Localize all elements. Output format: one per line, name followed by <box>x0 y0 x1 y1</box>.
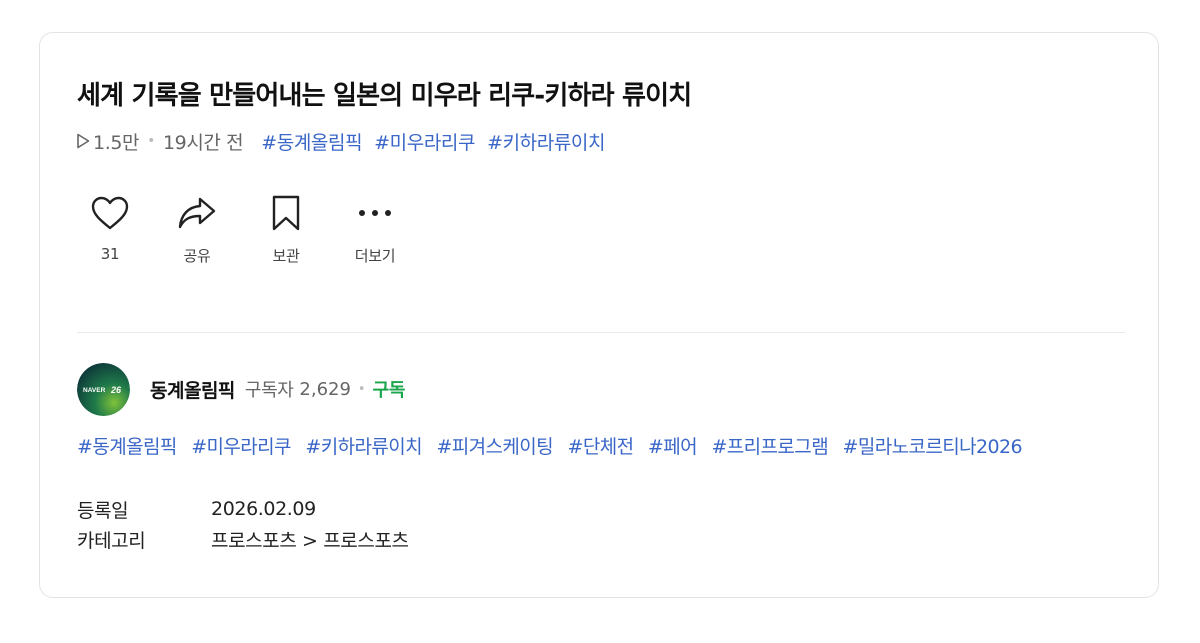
title-tag-1[interactable]: #동계올림픽 <box>261 128 362 155</box>
like-count: 31 <box>100 245 120 263</box>
subscribers-count: 2,629 <box>299 378 351 400</box>
play-icon <box>76 133 90 149</box>
subscribe-button[interactable]: 구독 <box>373 376 406 402</box>
bookmark-icon <box>256 193 316 233</box>
more-icon <box>345 193 405 233</box>
like-button[interactable]: 31 <box>80 193 140 263</box>
hashtag-item[interactable]: #키하라류이치 <box>305 436 422 458</box>
more-label: 더보기 <box>354 247 396 265</box>
category-row: 카테고리 프로스포츠 > 프로스포츠 <box>77 524 409 554</box>
share-button[interactable]: 공유 <box>167 193 227 266</box>
hashtag-item[interactable]: #밀라노코르티나2026 <box>843 436 1023 458</box>
category-label: 카테고리 <box>77 529 146 552</box>
date-label: 등록일 <box>77 499 129 522</box>
share-label: 공유 <box>183 247 211 265</box>
svg-text:26: 26 <box>110 385 122 395</box>
subscribers-label: 구독자 <box>244 380 294 401</box>
video-info-card: 세계 기록을 만들어내는 일본의 미우라 리쿠-키하라 류이치 1.5만 • 1… <box>39 32 1159 598</box>
save-button[interactable]: 보관 <box>256 193 316 266</box>
hashtag-item[interactable]: #단체전 <box>568 436 635 458</box>
channel-row: NAVER 26 동계올림픽 구독자 2,629 • 구독 <box>77 362 405 416</box>
save-label: 보관 <box>272 247 300 265</box>
divider <box>77 332 1125 333</box>
title-tag-3[interactable]: #키하라류이치 <box>487 128 605 155</box>
hashtag-item[interactable]: #미우라리쿠 <box>191 436 291 458</box>
hashtag-item[interactable]: #프리프로그램 <box>711 436 828 458</box>
upload-time: 19시간 전 <box>162 131 244 154</box>
heart-icon <box>80 193 140 233</box>
title-tag-2[interactable]: #미우라리쿠 <box>374 128 475 155</box>
hashtag-list: #동계올림픽 #미우라리쿠 #키하라류이치 #피겨스케이팅 #단체전 #페어 #… <box>77 433 1031 461</box>
hashtag-item[interactable]: #동계올림픽 <box>77 436 177 458</box>
category-value: 프로스포츠 > 프로스포츠 <box>211 529 409 552</box>
video-title: 세계 기록을 만들어내는 일본의 미우라 리쿠-키하라 류이치 <box>77 81 692 111</box>
date-row: 등록일 2026.02.09 <box>77 494 409 524</box>
more-button[interactable]: 더보기 <box>345 193 405 266</box>
hashtag-item[interactable]: #피겨스케이팅 <box>436 436 553 458</box>
video-meta: 1.5만 • 19시간 전 #동계올림픽 #미우라리쿠 #키하라류이치 <box>76 128 617 155</box>
avatar-logo-text: NAVER <box>83 387 106 394</box>
separator-dot: • <box>147 133 155 149</box>
channel-avatar[interactable]: NAVER 26 <box>77 362 130 416</box>
view-count: 1.5만 <box>93 131 140 154</box>
date-value: 2026.02.09 <box>211 498 316 520</box>
hashtag-item[interactable]: #페어 <box>648 436 698 458</box>
channel-name[interactable]: 동계올림픽 <box>150 376 235 403</box>
separator-dot: • <box>357 381 366 397</box>
video-details: 등록일 2026.02.09 카테고리 프로스포츠 > 프로스포츠 <box>77 494 409 554</box>
share-icon <box>167 193 227 233</box>
